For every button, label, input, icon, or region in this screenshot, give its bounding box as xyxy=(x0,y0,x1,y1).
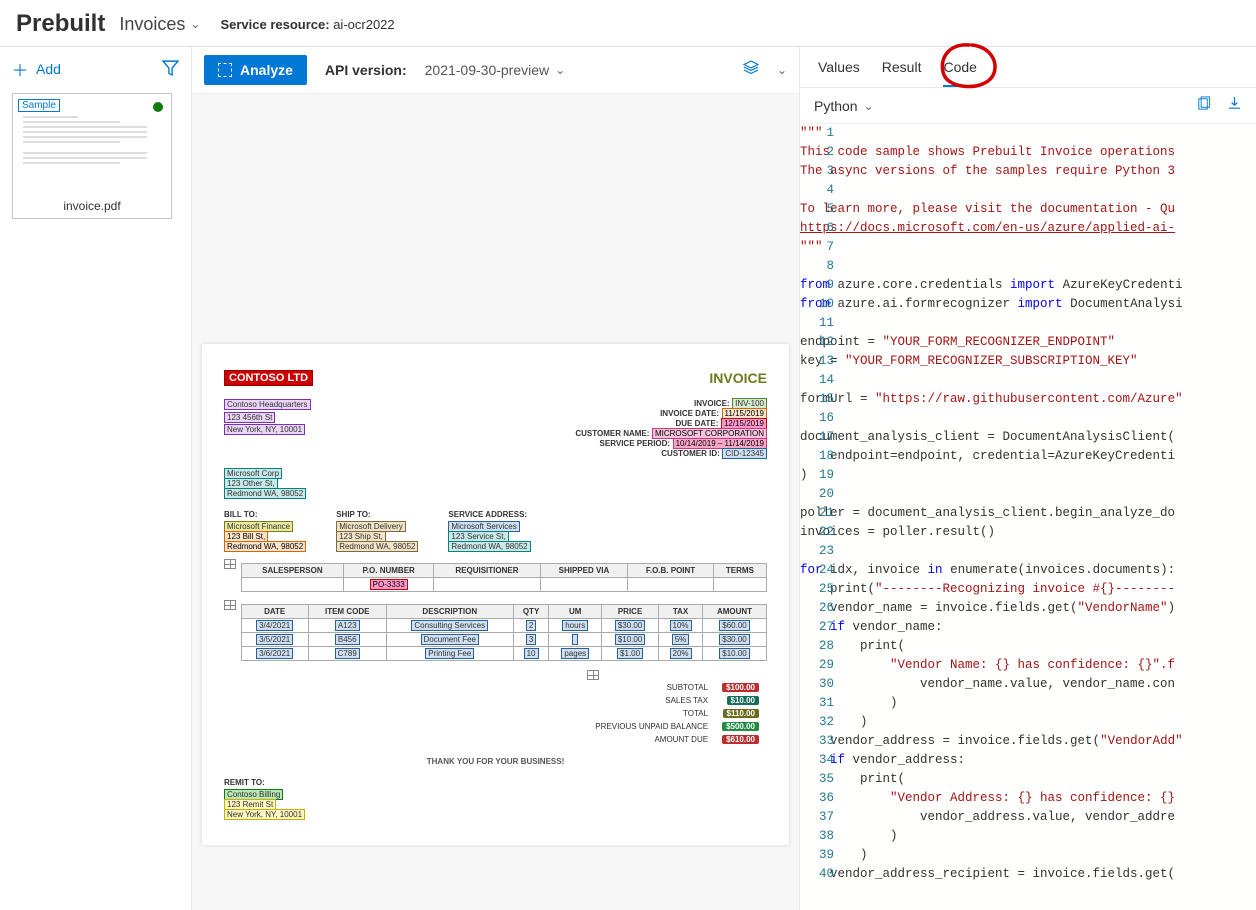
line-items-table: DATEITEM CODEDESCRIPTIONQTYUMPRICETAXAMO… xyxy=(241,604,767,661)
field-vendor-addr2[interactable]: New York, NY, 10001 xyxy=(224,424,305,435)
thank-you-text: THANK YOU FOR YOUR BUSINESS! xyxy=(224,757,767,766)
annotation-circle-icon xyxy=(934,39,1004,93)
layers-button[interactable] xyxy=(743,60,759,80)
filter-icon xyxy=(162,59,179,76)
status-dot-icon xyxy=(153,102,163,112)
results-panel: Values Result Code Python ⌄ 1 2 3 4 5 6 … xyxy=(800,47,1256,910)
table-icon xyxy=(224,600,236,610)
language-dropdown[interactable]: Python ⌄ xyxy=(814,98,874,114)
field-total[interactable]: $110.00 xyxy=(723,709,759,718)
vendor-block: Contoso Headquarters 123 456th St New Yo… xyxy=(224,398,311,458)
main: ＋ Add Sample invoice.pdf xyxy=(0,47,1256,910)
header: Prebuilt Invoices ⌄ Service resource: ai… xyxy=(0,0,1256,47)
table-icon xyxy=(224,559,236,569)
field-subtotal[interactable]: $100.00 xyxy=(722,683,759,692)
copy-button[interactable] xyxy=(1196,96,1211,115)
service-resource: Service resource: ai-ocr2022 xyxy=(220,17,394,32)
api-version-label: API version: xyxy=(325,62,407,78)
model-dropdown[interactable]: Invoices ⌄ xyxy=(119,14,200,35)
viewer-toolbar: Analyze API version: 2021-09-30-preview … xyxy=(192,47,799,94)
document-viewer: Analyze API version: 2021-09-30-preview … xyxy=(192,47,800,910)
field-vendor-name[interactable]: Contoso Headquarters xyxy=(224,399,311,410)
field-customer-id[interactable]: CID-12345 xyxy=(722,448,767,459)
filter-button[interactable] xyxy=(162,59,179,79)
thumbnail-filename: invoice.pdf xyxy=(17,194,167,218)
chevron-down-icon: ⌄ xyxy=(555,63,565,77)
chevron-down-icon: ⌄ xyxy=(864,99,874,113)
shipto-block: SHIP TO: Microsoft Delivery 123 Ship St,… xyxy=(336,510,418,551)
language-label: Python xyxy=(814,98,858,114)
file-thumbnail[interactable]: Sample invoice.pdf xyxy=(12,93,172,219)
field-vendor-addr1[interactable]: 123 456th St xyxy=(224,412,275,423)
result-tabs: Values Result Code xyxy=(800,47,1256,88)
analyze-label: Analyze xyxy=(240,62,293,78)
chevron-down-icon: ⌄ xyxy=(190,17,200,31)
field-amount-due[interactable]: $610.00 xyxy=(722,735,759,744)
chevron-down-icon[interactable]: ⌄ xyxy=(777,63,787,77)
sidebar: ＋ Add Sample invoice.pdf xyxy=(0,47,192,910)
svcaddr-block: SERVICE ADDRESS: Microsoft Services 123 … xyxy=(448,510,530,551)
thumbnail-preview xyxy=(23,116,161,190)
vendor-logo: CONTOSO LTD xyxy=(224,370,313,386)
copy-icon xyxy=(1196,96,1211,111)
download-button[interactable] xyxy=(1227,96,1242,115)
billto-block: BILL TO: Microsoft Finance 123 Bill St, … xyxy=(224,510,306,551)
tab-values[interactable]: Values xyxy=(818,59,860,87)
remit-block: REMIT TO: Contoso Billing 123 Remit St N… xyxy=(224,778,767,819)
sample-badge: Sample xyxy=(18,99,60,112)
layers-icon xyxy=(743,60,759,76)
document-page: CONTOSO LTD INVOICE Contoso Headquarters… xyxy=(202,344,789,845)
add-label: Add xyxy=(36,61,61,77)
api-version-dropdown[interactable]: 2021-09-30-preview ⌄ xyxy=(425,62,566,78)
model-dropdown-label: Invoices xyxy=(119,14,185,35)
plus-icon: ＋ xyxy=(12,57,28,81)
totals-block: SUBTOTAL$100.00 SALES TAX$10.00 TOTAL$11… xyxy=(224,669,767,747)
service-resource-value: ai-ocr2022 xyxy=(333,17,394,32)
code-editor[interactable]: 1 2 3 4 5 6 7 8 9 10 11 12 13 14 15 16 1… xyxy=(800,123,1256,910)
download-icon xyxy=(1227,96,1242,111)
field-tax[interactable]: $10.00 xyxy=(727,696,759,705)
invoice-meta: INVOICE: INV-100 INVOICE DATE: 11/15/201… xyxy=(341,398,768,458)
customer-block: Microsoft Corp 123 Other St, Redmond WA,… xyxy=(224,468,767,498)
page-title: Prebuilt xyxy=(16,10,105,38)
field-remit-name[interactable]: Contoso Billing xyxy=(224,789,283,800)
service-resource-label: Service resource: xyxy=(220,17,329,32)
field-prev-balance[interactable]: $500.00 xyxy=(722,722,759,731)
table-icon xyxy=(587,670,599,680)
order-table: SALESPERSONP.O. NUMBERREQUISITIONERSHIPP… xyxy=(241,563,767,592)
tab-result[interactable]: Result xyxy=(882,59,922,87)
language-bar: Python ⌄ xyxy=(800,88,1256,123)
analyze-button[interactable]: Analyze xyxy=(204,55,307,85)
add-button[interactable]: ＋ Add xyxy=(12,57,61,81)
api-version-value: 2021-09-30-preview xyxy=(425,62,550,78)
scan-icon xyxy=(218,63,232,77)
invoice-title: INVOICE xyxy=(709,370,767,386)
